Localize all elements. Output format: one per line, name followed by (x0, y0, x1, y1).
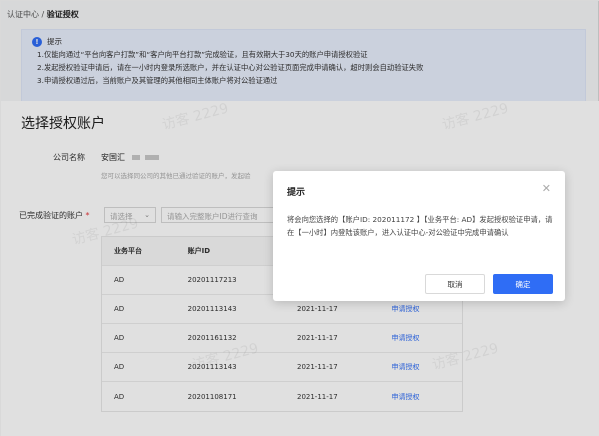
dialog-message: 将会向您选择的【账户ID: 202011172 】【业务平台: AD】发起授权验… (287, 215, 553, 237)
cancel-button[interactable]: 取消 (425, 274, 485, 294)
close-icon[interactable]: ✕ (542, 182, 551, 195)
dialog-title: 提示 (287, 188, 306, 198)
confirm-button[interactable]: 确定 (493, 274, 553, 294)
app-frame: 认证中心 / 验证授权 ! 提示 1.仅能向通过“平台向客户打款”和“客户向平台… (0, 0, 599, 436)
confirm-dialog: 提示 ✕ 将会向您选择的【账户ID: 202011172 】【业务平台: AD】… (273, 171, 565, 301)
